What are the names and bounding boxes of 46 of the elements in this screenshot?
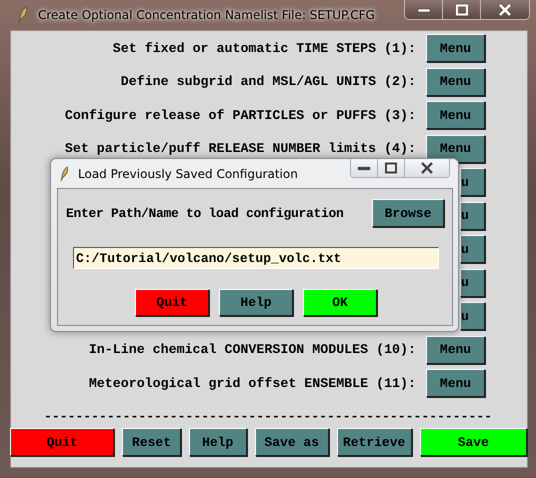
- maximize-button[interactable]: [443, 0, 481, 19]
- maximize-icon: [454, 4, 468, 16]
- feather-icon: [18, 6, 28, 24]
- minimize-button[interactable]: [405, 0, 443, 19]
- menu-button[interactable]: u: [460, 168, 485, 196]
- action-button[interactable]: Reset: [122, 428, 181, 456]
- menu-button[interactable]: Menu: [426, 34, 485, 62]
- action-button[interactable]: Help: [188, 428, 247, 456]
- path-input-field[interactable]: C:/Tutorial/volcano/setup_volc.txt: [73, 247, 439, 269]
- dialog-button[interactable]: Help: [219, 289, 293, 316]
- action-button[interactable]: Save: [420, 428, 527, 456]
- close-button[interactable]: [405, 159, 449, 177]
- maximize-button[interactable]: [378, 159, 405, 177]
- action-button[interactable]: Retrieve: [336, 428, 412, 456]
- menu-button[interactable]: Menu: [426, 336, 485, 364]
- menu-button[interactable]: u: [460, 268, 485, 296]
- option-label: Configure release of PARTICLES or PUFFS (3):: [64, 108, 416, 122]
- menu-button[interactable]: Menu: [426, 369, 485, 397]
- option-label: Set fixed or automatic TIME STEPS (1):: [112, 40, 416, 56]
- window-title: Create Optional Concentration Namelist File: SETUP.CFG: [38, 8, 375, 22]
- menu-button[interactable]: Menu: [426, 134, 485, 162]
- feather-icon: [60, 166, 69, 182]
- menu-button[interactable]: u: [460, 302, 485, 330]
- action-button[interactable]: Save as: [254, 428, 329, 456]
- minimize-button[interactable]: [351, 159, 378, 177]
- dialog-button[interactable]: OK: [303, 289, 377, 316]
- menu-button[interactable]: Menu: [426, 68, 485, 96]
- option-label: Set particle/puff RELEASE NUMBER limits (4):: [64, 141, 416, 156]
- maximize-icon: [384, 162, 398, 174]
- close-icon: [420, 162, 434, 174]
- menu-button[interactable]: Menu: [426, 101, 485, 129]
- separator-text: ---------------------------------------------------------: [44, 409, 494, 425]
- menu-button[interactable]: u: [460, 202, 485, 230]
- browse-button[interactable]: Browse: [372, 199, 444, 227]
- path-prompt: Enter Path/Name to load configuration: [66, 206, 344, 220]
- dialog-button[interactable]: Quit: [135, 289, 209, 316]
- menu-button[interactable]: u: [460, 235, 485, 263]
- minimize-icon: [416, 6, 430, 14]
- minimize-icon: [357, 164, 371, 172]
- close-button[interactable]: [481, 0, 529, 19]
- option-label: In-Line chemical CONVERSION MODULES (10):: [88, 342, 416, 357]
- option-label: Meteorological grid offset ENSEMBLE (11):: [88, 376, 416, 390]
- option-label: Define subgrid and MSL/AGL UNITS (2):: [120, 74, 416, 89]
- action-button[interactable]: Quit: [10, 428, 114, 456]
- close-icon: [498, 4, 512, 16]
- dialog-title: Load Previously Saved Configuration: [78, 166, 298, 180]
